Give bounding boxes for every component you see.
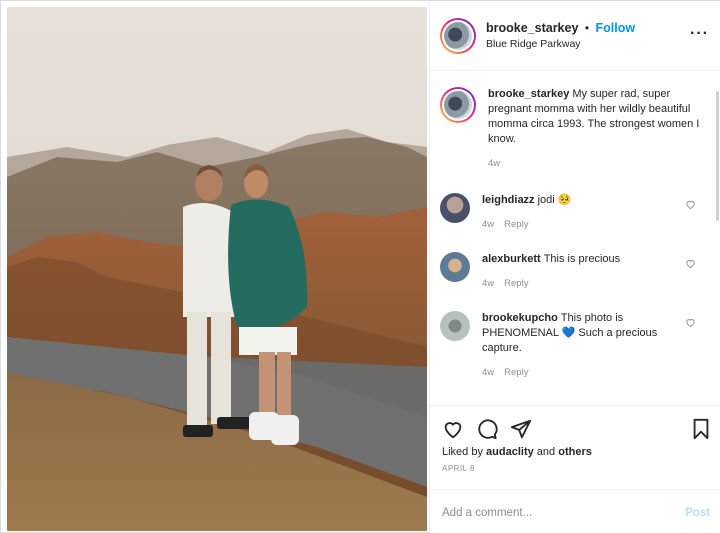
post-actions: Liked by audaclity and others APRIL 8 Po… <box>430 405 720 533</box>
instagram-post: brooke_starkey • Follow Blue Ridge Parkw… <box>0 0 720 533</box>
comment-time[interactable]: 4w <box>482 367 494 378</box>
separator-dot: • <box>584 20 590 35</box>
like-comment-heart-icon[interactable] <box>685 317 696 328</box>
liked-by-user[interactable]: audaclity <box>486 446 534 458</box>
likes-prefix: Liked by <box>442 446 483 458</box>
like-heart-icon[interactable] <box>442 418 464 440</box>
caption-username[interactable]: brooke_starkey <box>488 88 569 100</box>
comment-item: leighdiazz jodi 🥺 4w Reply <box>430 187 720 238</box>
comments-scrollbar[interactable] <box>716 91 719 221</box>
post-side-panel: brooke_starkey • Follow Blue Ridge Parkw… <box>429 1 720 533</box>
comment-item: brookekupcho This photo is PHENOMENAL 💙 S… <box>430 305 720 386</box>
add-comment-bar: Post <box>430 489 720 533</box>
like-comment-heart-icon[interactable] <box>685 199 696 210</box>
follow-button[interactable]: Follow <box>596 21 636 35</box>
reply-button[interactable]: Reply <box>504 278 528 289</box>
comment-username[interactable]: leighdiazz <box>482 194 535 206</box>
like-comment-heart-icon[interactable] <box>685 258 696 269</box>
caption: brooke_starkey My super rad, super pregna… <box>430 79 720 177</box>
author-avatar[interactable] <box>440 17 476 54</box>
likes-others-link[interactable]: others <box>558 446 592 458</box>
more-options-icon[interactable]: ··· <box>690 25 709 43</box>
share-paper-plane-icon[interactable] <box>510 418 532 440</box>
bookmark-icon[interactable] <box>690 418 712 440</box>
reply-button[interactable]: Reply <box>504 219 528 230</box>
author-username[interactable]: brooke_starkey <box>486 21 578 35</box>
reply-button[interactable]: Reply <box>504 367 528 378</box>
comment-input[interactable] <box>442 506 686 519</box>
comments-list: brooke_starkey My super rad, super pregna… <box>430 79 720 399</box>
comment-username[interactable]: brookekupcho <box>482 312 558 324</box>
comment-time[interactable]: 4w <box>482 219 494 230</box>
comment-text: This is precious <box>543 253 621 265</box>
post-photo[interactable] <box>7 7 427 531</box>
likes-and: and <box>536 446 556 458</box>
post-date[interactable]: APRIL 8 <box>430 460 720 477</box>
caption-avatar[interactable] <box>440 87 476 123</box>
commenter-avatar[interactable] <box>440 311 470 341</box>
post-comment-button[interactable]: Post <box>685 507 710 519</box>
author-info: brooke_starkey • Follow Blue Ridge Parkw… <box>486 20 635 52</box>
commenter-avatar[interactable] <box>440 193 470 223</box>
action-bar <box>430 406 720 444</box>
comment-time[interactable]: 4w <box>482 278 494 289</box>
caption-time[interactable]: 4w <box>488 158 500 169</box>
comment-username[interactable]: alexburkett <box>482 253 541 265</box>
likes-summary: Liked by audaclity and others <box>430 444 720 460</box>
comment-text: jodi 🥺 <box>537 194 572 206</box>
post-header: brooke_starkey • Follow Blue Ridge Parkw… <box>430 1 720 71</box>
photo-scene <box>7 7 427 531</box>
commenter-avatar[interactable] <box>440 252 470 282</box>
comment-item: alexburkett This is precious 4w Reply <box>430 246 720 297</box>
comment-bubble-icon[interactable] <box>476 418 498 440</box>
post-location[interactable]: Blue Ridge Parkway <box>486 36 635 52</box>
